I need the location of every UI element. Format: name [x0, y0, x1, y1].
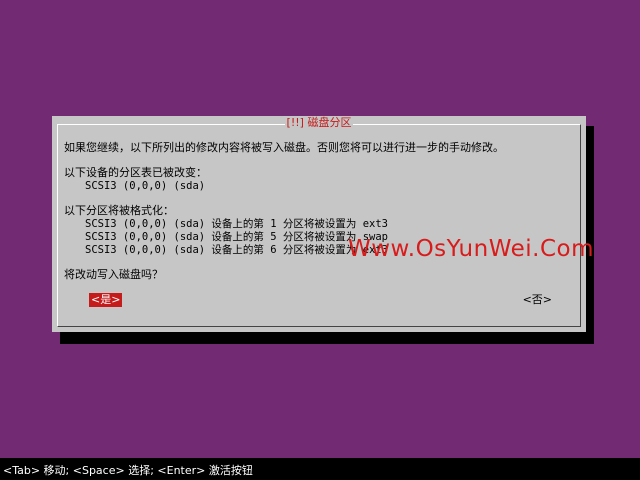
keyboard-help-text: <Tab> 移动; <Space> 选择; <Enter> 激活按钮 [3, 464, 253, 477]
keyboard-help-bar: <Tab> 移动; <Space> 选择; <Enter> 激活按钮 [0, 458, 640, 480]
dialog-title: [!!] 磁盘分区 [58, 116, 580, 130]
tables-heading: 以下设备的分区表已被改变： [64, 166, 207, 179]
dialog-intro: 如果您继续，以下所列出的修改内容将被写入磁盘。否则您将可以进行进一步的手动修改。 [64, 141, 504, 154]
partition-dialog: [!!] 磁盘分区 如果您继续，以下所列出的修改内容将被写入磁盘。否则您将可以进… [52, 116, 586, 332]
yes-button[interactable]: <是> [89, 293, 123, 307]
format-heading: 以下分区将被格式化： [64, 204, 174, 217]
format-item: SCSI3 (0,0,0) (sda) 设备上的第 5 分区将被设置为 swap [85, 231, 389, 243]
tables-device: SCSI3 (0,0,0) (sda) [85, 180, 206, 192]
dialog-title-text: [!!] 磁盘分区 [284, 116, 354, 129]
format-item: SCSI3 (0,0,0) (sda) 设备上的第 1 分区将被设置为 ext3 [85, 218, 389, 230]
write-question: 将改动写入磁盘吗？ [64, 268, 163, 281]
format-item: SCSI3 (0,0,0) (sda) 设备上的第 6 分区将被设置为 ext3 [85, 244, 389, 256]
no-button[interactable]: <否> [523, 293, 552, 307]
watermark: Www.OsYunWei.Com [348, 236, 594, 262]
installer-screen: [!!] 磁盘分区 如果您继续，以下所列出的修改内容将被写入磁盘。否则您将可以进… [0, 0, 640, 480]
